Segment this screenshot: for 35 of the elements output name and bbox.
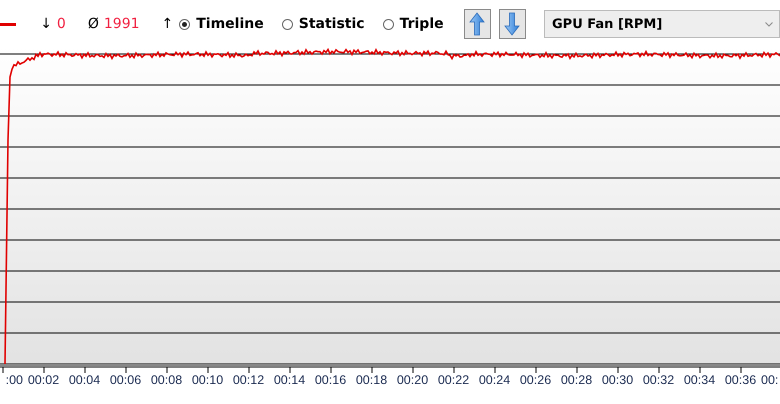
time-axis-label: :00 [4, 373, 23, 389]
time-axis-label: 00:06 [108, 373, 142, 389]
time-axis-label: 00:32 [642, 373, 676, 389]
time-axis-label: 00:30 [600, 373, 634, 389]
time-axis-label: 00:14 [272, 373, 306, 389]
view-mode-radio[interactable]: Statistic [282, 16, 365, 32]
view-mode-radio[interactable]: Timeline [179, 16, 264, 32]
radio-icon[interactable] [282, 18, 293, 30]
radio-icon[interactable] [179, 18, 190, 30]
time-axis-label: 00:36 [724, 373, 758, 389]
time-axis-label: 00:10 [190, 373, 224, 389]
stat-symbol: ↓ [40, 16, 52, 32]
sensor-dropdown[interactable]: GPU Fan [RPM] [544, 10, 780, 38]
time-axis-label: 00:16 [314, 373, 348, 389]
time-axis-label: 00:02 [26, 373, 60, 389]
time-axis-label: 00:34 [682, 373, 716, 389]
time-axis-label: 00:08 [150, 373, 184, 389]
stat-value: 1991 [104, 16, 140, 32]
move-down-button[interactable] [498, 9, 526, 39]
view-mode-radio[interactable]: Triple [382, 16, 444, 32]
stat-symbol: ↑ [162, 16, 174, 32]
time-axis-label: 00:26 [518, 373, 552, 389]
time-axis-label: 00:28 [560, 373, 594, 389]
radio-icon[interactable] [382, 18, 394, 30]
time-axis-label: 00:24 [478, 373, 512, 389]
time-axis-label: 00:22 [436, 373, 470, 389]
time-axis-label: 00:20 [396, 373, 430, 389]
time-axis-label: 00: [761, 373, 780, 389]
chevron-icon [765, 22, 773, 26]
move-up-button[interactable] [464, 9, 491, 39]
time-axis-label: 00:18 [354, 373, 388, 389]
time-axis-label: 00:12 [232, 373, 266, 389]
time-axis-label: 00:04 [68, 373, 102, 389]
stat-symbol: Ø [88, 16, 99, 32]
stat-value: 0 [56, 16, 66, 32]
